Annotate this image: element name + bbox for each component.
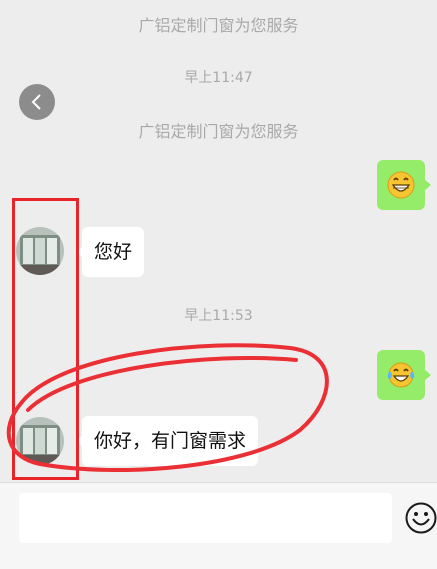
emoji-icon[interactable] <box>404 501 437 535</box>
service-notice: 广铝定制门窗为您服务 <box>138 122 299 141</box>
sent-emoji-bubble[interactable] <box>377 160 431 210</box>
grinning-face-emoji-icon <box>387 171 415 199</box>
tears-of-joy-emoji-icon <box>387 362 415 388</box>
chevron-left-icon <box>31 94 41 110</box>
back-button[interactable] <box>19 84 55 120</box>
timestamp: 早上11:47 <box>184 70 253 86</box>
received-message-bubble[interactable]: 您好 <box>75 227 145 277</box>
sent-emoji-bubble[interactable] <box>377 350 431 400</box>
message-input[interactable] <box>19 493 392 543</box>
message-input-bar <box>0 482 437 569</box>
service-notice: 广铝定制门窗为您服务 <box>138 16 299 35</box>
annotation-ellipse <box>6 343 329 473</box>
